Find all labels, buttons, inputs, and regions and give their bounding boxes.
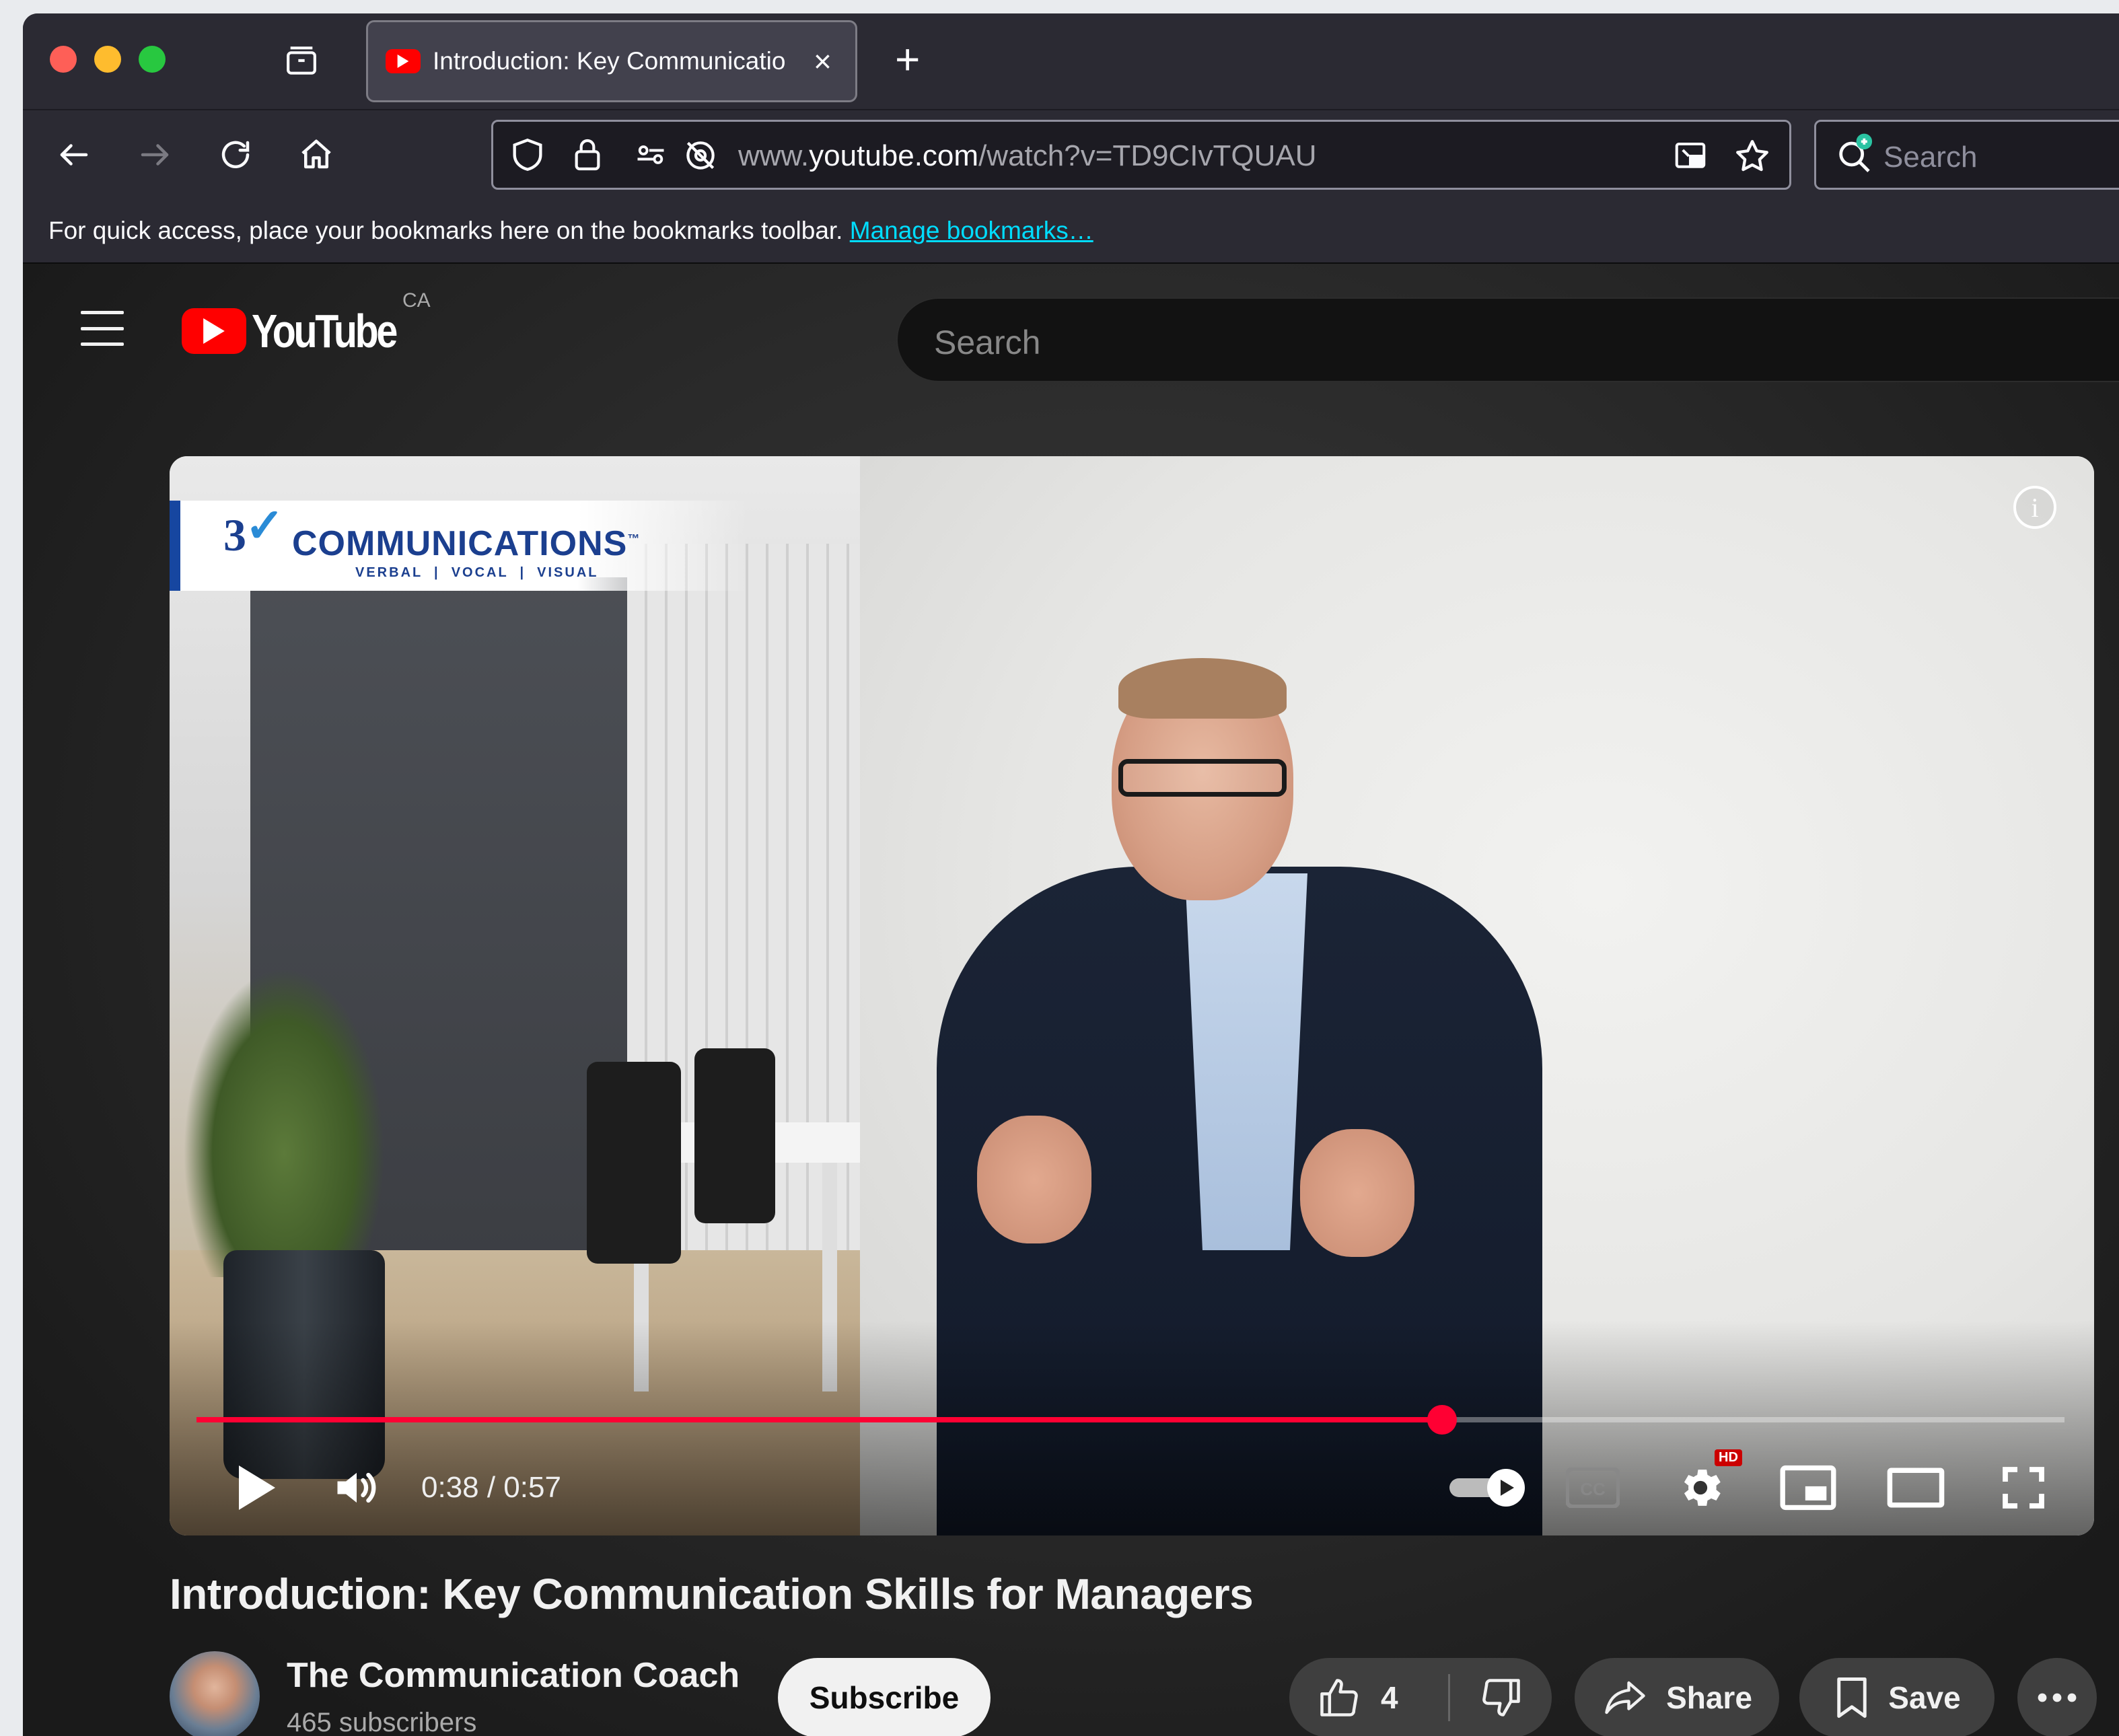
presenter-right-hand	[1300, 1129, 1414, 1257]
more-dots-icon	[2038, 1693, 2077, 1702]
minimize-window-button[interactable]	[94, 46, 121, 73]
brand-mark: 3	[223, 509, 246, 560]
hd-badge: HD	[1715, 1449, 1742, 1466]
video-title: Introduction: Key Communication Skills f…	[170, 1570, 1254, 1618]
tab-list-icon[interactable]	[279, 39, 324, 82]
miniplayer-icon[interactable]	[1771, 1451, 1845, 1525]
browser-window: Introduction: Key Communicatio × + www.y…	[23, 13, 2119, 1736]
browser-search-bar[interactable]: Search	[1814, 120, 2119, 190]
bookmark-star-icon[interactable]	[1733, 137, 1772, 179]
youtube-play-logo-icon	[182, 308, 246, 354]
like-dislike-group: 4	[1289, 1658, 1552, 1736]
captions-icon[interactable]: CC	[1556, 1451, 1630, 1525]
subscriber-count: 465 subscribers	[287, 1708, 477, 1736]
volume-icon[interactable]	[323, 1451, 390, 1525]
active-tab[interactable]: Introduction: Key Communicatio ×	[366, 20, 857, 102]
video-player[interactable]: 3 ✓ COMMUNICATIONS™ VERBAL | VOCAL | VIS…	[170, 456, 2094, 1535]
presenter-glasses	[1118, 759, 1287, 797]
info-icon[interactable]: i	[2013, 486, 2056, 529]
save-bookmark-icon	[1837, 1677, 1867, 1718]
more-actions-button[interactable]	[2017, 1658, 2097, 1736]
presenter-left-hand	[977, 1116, 1091, 1243]
youtube-search-input[interactable]: Search	[896, 297, 2119, 382]
permissions-icon[interactable]	[633, 137, 668, 176]
youtube-search-placeholder: Search	[934, 324, 1041, 361]
svg-text:CC: CC	[1580, 1479, 1606, 1499]
channel-name[interactable]: The Communication Coach	[287, 1655, 740, 1696]
back-arrow-icon[interactable]	[51, 132, 97, 178]
fullscreen-icon[interactable]	[1986, 1451, 2060, 1525]
presenter-hair	[1118, 658, 1287, 719]
search-engine-icon	[1834, 133, 1877, 179]
tab-title: Introduction: Key Communicatio	[433, 47, 786, 75]
home-icon[interactable]	[293, 132, 339, 178]
picture-in-picture-icon[interactable]	[1671, 138, 1710, 178]
brand-logo-banner: 3 ✓ COMMUNICATIONS™ VERBAL | VOCAL | VIS…	[170, 499, 748, 591]
save-label: Save	[1888, 1680, 1961, 1715]
country-code: CA	[402, 289, 431, 312]
subscribe-button[interactable]: Subscribe	[778, 1658, 991, 1736]
tab-bar: Introduction: Key Communicatio × +	[23, 13, 2119, 109]
youtube-favicon	[386, 49, 421, 73]
brand-tagline: VERBAL | VOCAL | VISUAL	[355, 565, 599, 580]
shield-icon[interactable]	[508, 135, 547, 178]
channel-avatar[interactable]	[170, 1651, 260, 1736]
autoplay-toggle-icon[interactable]	[1441, 1451, 1536, 1525]
forward-arrow-icon[interactable]	[132, 132, 178, 178]
share-button[interactable]: Share	[1575, 1658, 1779, 1736]
new-tab-button[interactable]: +	[895, 38, 920, 81]
time-display: 0:38 / 0:57	[421, 1471, 561, 1504]
share-arrow-icon	[1605, 1681, 1645, 1714]
brand-name: COMMUNICATIONS™	[292, 524, 641, 563]
progress-played	[196, 1417, 1442, 1422]
theater-mode-icon[interactable]	[1879, 1451, 1953, 1525]
brand-checkmark-icon: ✓	[245, 499, 285, 552]
lock-icon[interactable]	[569, 135, 606, 178]
share-label: Share	[1666, 1680, 1752, 1715]
zoom-window-button[interactable]	[139, 46, 166, 73]
browser-search-placeholder: Search	[1883, 141, 1978, 174]
progress-bar[interactable]	[196, 1405, 2064, 1435]
tracking-blocked-icon[interactable]	[682, 137, 719, 178]
youtube-page: YouTube CA Search 3 ✓ COMMUNICATIONS™ VE…	[23, 264, 2119, 1736]
navigation-toolbar: www.youtube.com/watch?v=TD9CIvTQUAU Sear…	[23, 109, 2119, 199]
play-icon[interactable]	[223, 1451, 291, 1525]
progress-scrubber[interactable]	[1427, 1405, 1457, 1435]
reload-icon[interactable]	[213, 132, 258, 178]
close-window-button[interactable]	[50, 46, 77, 73]
hamburger-menu-icon[interactable]	[81, 311, 124, 346]
dislike-button[interactable]	[1450, 1658, 1552, 1736]
bookmarks-hint: For quick access, place your bookmarks h…	[48, 217, 1093, 244]
like-button[interactable]: 4	[1289, 1658, 1448, 1736]
youtube-wordmark: YouTube	[252, 305, 398, 357]
close-tab-icon[interactable]: ×	[814, 46, 832, 77]
save-button[interactable]: Save	[1799, 1658, 1995, 1736]
youtube-logo[interactable]: YouTube	[182, 304, 427, 358]
url-bar[interactable]: www.youtube.com/watch?v=TD9CIvTQUAU	[491, 120, 1791, 190]
url-text[interactable]: www.youtube.com/watch?v=TD9CIvTQUAU	[738, 139, 1317, 173]
like-count: 4	[1381, 1680, 1398, 1715]
thumbs-down-icon	[1482, 1679, 1520, 1716]
thumbs-up-icon	[1320, 1679, 1358, 1716]
bookmarks-toolbar: For quick access, place your bookmarks h…	[23, 198, 2119, 264]
manage-bookmarks-link[interactable]: Manage bookmarks…	[850, 217, 1093, 244]
